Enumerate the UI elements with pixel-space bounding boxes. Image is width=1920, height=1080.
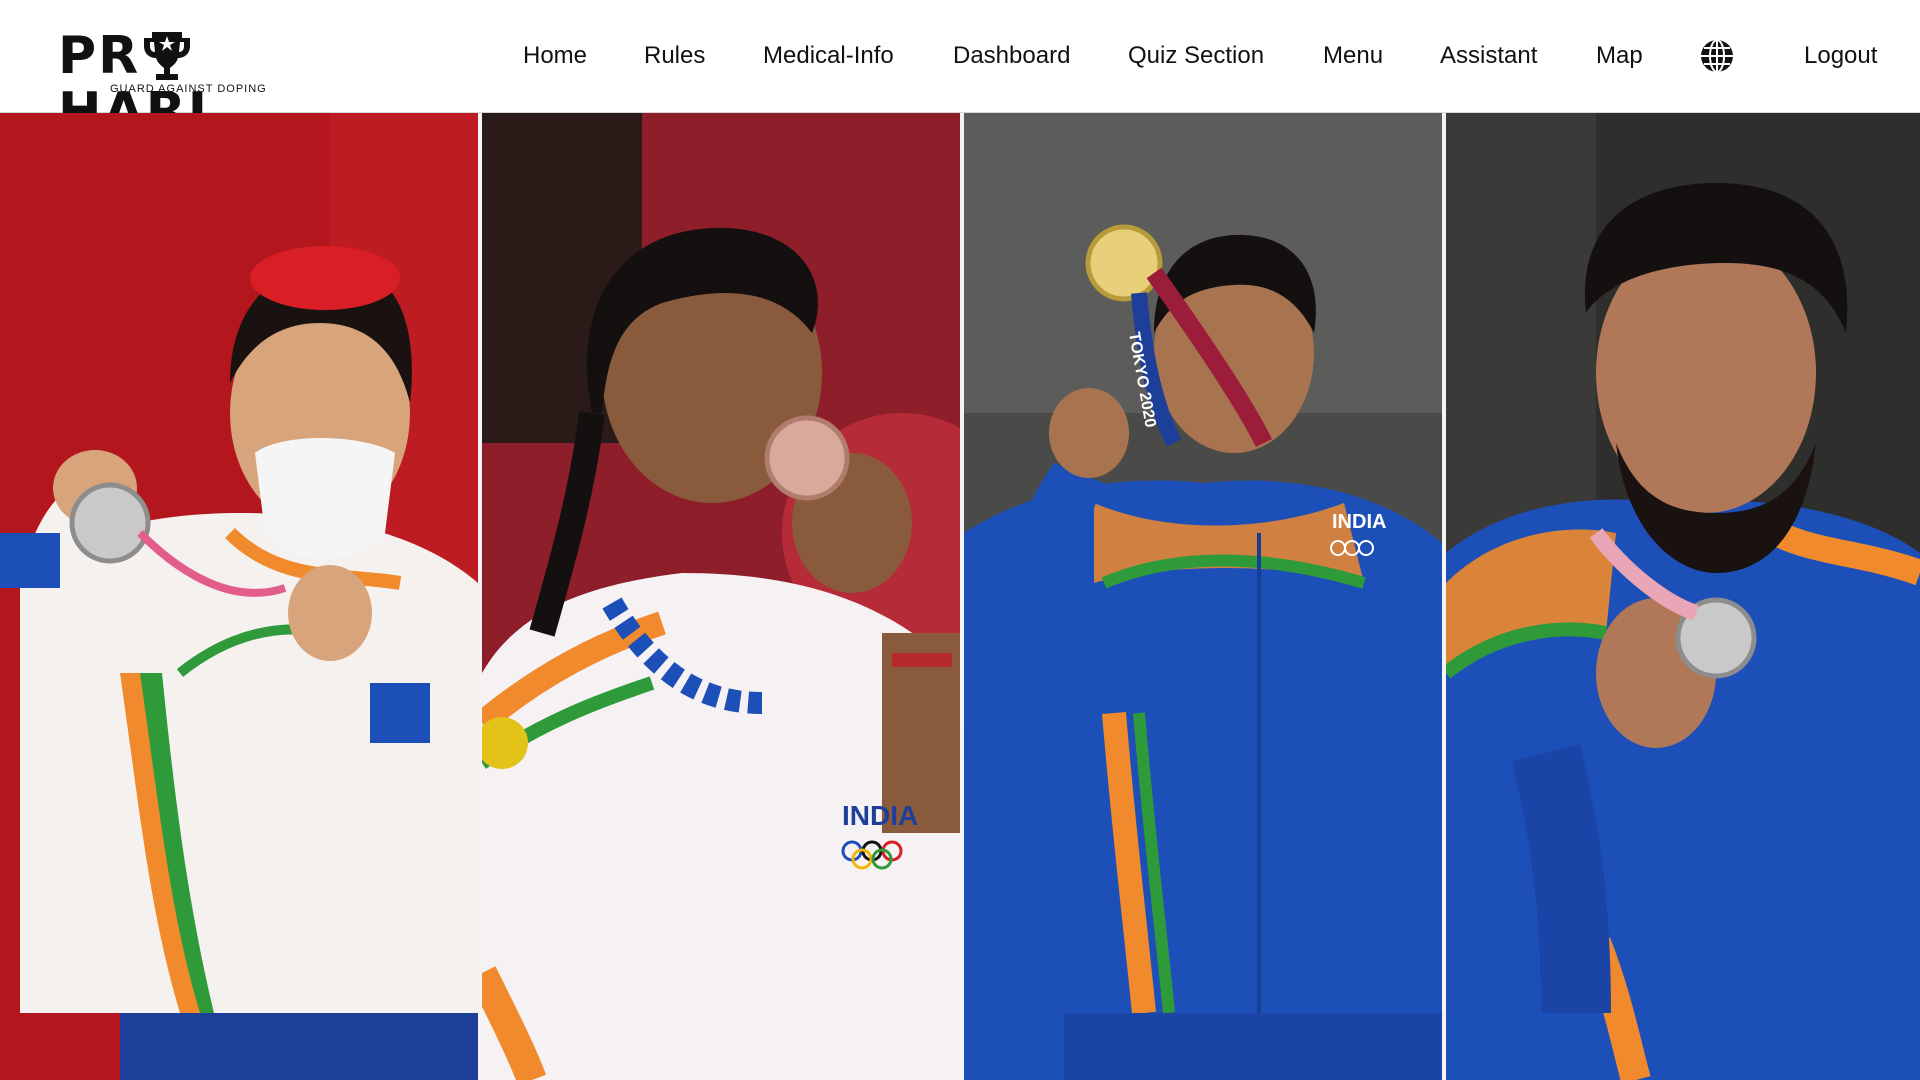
nav-assistant[interactable]: Assistant — [1440, 42, 1537, 70]
nav-menu[interactable]: Menu — [1323, 42, 1383, 70]
nav-dashboard[interactable]: Dashboard — [953, 42, 1070, 70]
nav-map[interactable]: Map — [1596, 42, 1643, 70]
nav-medical-info[interactable]: Medical-Info — [763, 42, 894, 70]
prahari-logo[interactable]: PR HARI GUARD AGAINST DOPING — [56, 14, 326, 140]
hero-photo-weightlifter — [0, 113, 478, 1080]
hero-photo-wrestler — [1446, 113, 1920, 1080]
logo-text-left: PR — [58, 26, 141, 86]
weightlifter-illustration — [0, 113, 478, 1080]
wrestler-illustration — [1446, 113, 1920, 1080]
javelin-illustration: TOKYO 2020 INDIA — [964, 113, 1442, 1080]
logo-tagline: GUARD AGAINST DOPING — [110, 83, 267, 95]
jacket-india-text: INDIA — [842, 800, 918, 831]
nav-home[interactable]: Home — [523, 42, 587, 70]
jacket-india-text: INDIA — [1332, 511, 1386, 533]
hero-photo-badminton: INDIA — [482, 113, 960, 1080]
logout-link[interactable]: Logout — [1804, 42, 1877, 70]
globe-icon[interactable] — [1699, 38, 1735, 74]
nav-rules[interactable]: Rules — [644, 42, 705, 70]
nav-quiz-section[interactable]: Quiz Section — [1128, 42, 1264, 70]
badminton-illustration: INDIA — [482, 113, 960, 1080]
trophy-icon — [144, 32, 191, 80]
top-navbar: PR HARI GUARD AGAINST DOPING Home Rules … — [0, 0, 1920, 140]
hero-photo-javelin: TOKYO 2020 INDIA — [964, 113, 1442, 1080]
hero-athlete-collage: INDIA TOKYO 2020 INDIA — [0, 113, 1920, 1080]
